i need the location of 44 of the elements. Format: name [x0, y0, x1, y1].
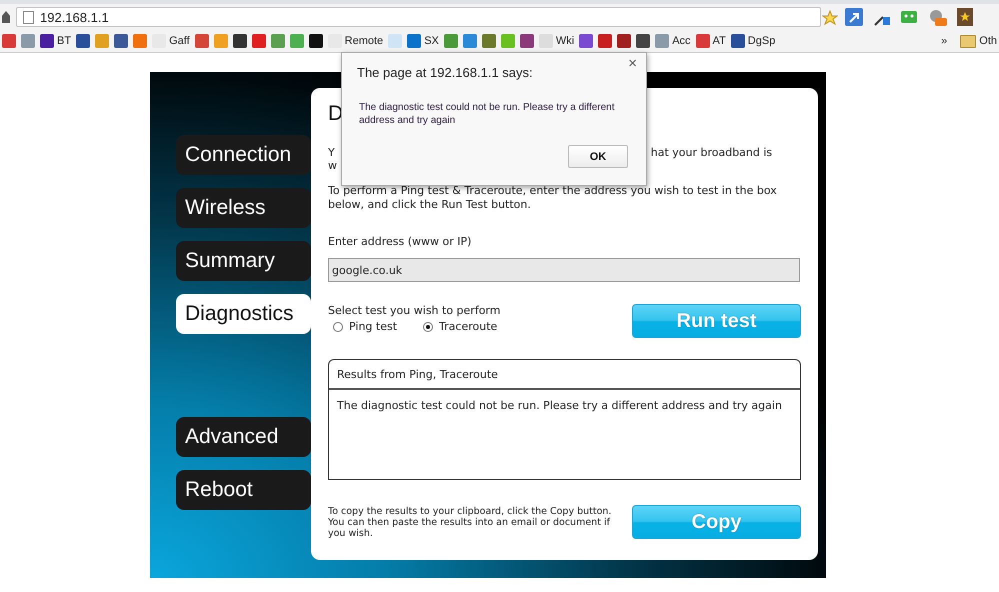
- more-bookmarks[interactable]: »: [941, 35, 948, 47]
- star-icon[interactable]: [822, 10, 838, 26]
- instructions-text: To perform a Ping test & Traceroute, enter the address you wish to test in the box below, and click the Run Test button.: [328, 184, 778, 212]
- home-icon[interactable]: [2, 11, 10, 23]
- bookmark[interactable]: [520, 34, 534, 48]
- bookmark[interactable]: AT: [696, 34, 726, 48]
- intro-text: hat your broadband is: [650, 146, 772, 159]
- intro-text: w: [328, 159, 338, 172]
- bookmark[interactable]: DgSp: [730, 34, 776, 48]
- address-field[interactable]: google.co.uk: [328, 258, 800, 282]
- close-button[interactable]: ×: [625, 55, 640, 72]
- radio-option[interactable]: Traceroute: [423, 320, 498, 333]
- dialog-message: The diagnostic test could not be run. Please try a different address and try again: [359, 101, 616, 127]
- bookmark[interactable]: [308, 34, 323, 48]
- nav-item[interactable]: Summary: [176, 241, 311, 281]
- bookmark[interactable]: [617, 34, 632, 48]
- dialog-title: The page at 192.168.1.1 says:: [357, 65, 533, 80]
- test-label: Select test you wish to perform: [328, 304, 500, 317]
- radio-option[interactable]: Ping test: [333, 320, 398, 333]
- bookmark-folder[interactable]: Oth: [960, 34, 997, 48]
- bookmark[interactable]: SX: [407, 34, 439, 48]
- nav-item[interactable]: Wireless: [176, 188, 311, 228]
- nav-item[interactable]: Advanced: [176, 417, 311, 457]
- page-icon: [23, 10, 34, 24]
- bookmark[interactable]: [76, 34, 90, 48]
- bookmark[interactable]: Acc: [655, 34, 691, 48]
- robot-icon[interactable]: [901, 9, 917, 25]
- bookmark[interactable]: Remote: [328, 34, 384, 48]
- results-title: Results from Ping, Traceroute: [329, 360, 800, 390]
- nav-item[interactable]: Connection: [176, 135, 311, 175]
- bookmark[interactable]: BT: [40, 34, 72, 48]
- bookmark[interactable]: [232, 34, 247, 48]
- bookmark[interactable]: Wki: [538, 34, 574, 48]
- ok-button[interactable]: OK: [568, 145, 628, 168]
- results-text: The diagnostic test could not be run. Please try a different address and try again: [336, 398, 783, 414]
- address-label: Enter address (www or IP): [328, 235, 472, 248]
- nav-item[interactable]: Reboot: [176, 470, 311, 510]
- copy-note: To copy the results to your clipboard, click the Copy button. You can then paste the results into an email or document if you wish.: [328, 506, 612, 539]
- url-text: 192.168.1.1: [40, 10, 109, 24]
- intro-text: Y: [328, 146, 335, 159]
- bookmark[interactable]: [636, 34, 650, 48]
- nav-item[interactable]: Diagnostics: [176, 294, 311, 334]
- bookmark[interactable]: [114, 34, 128, 48]
- bookmark[interactable]: Gaff: [152, 34, 190, 48]
